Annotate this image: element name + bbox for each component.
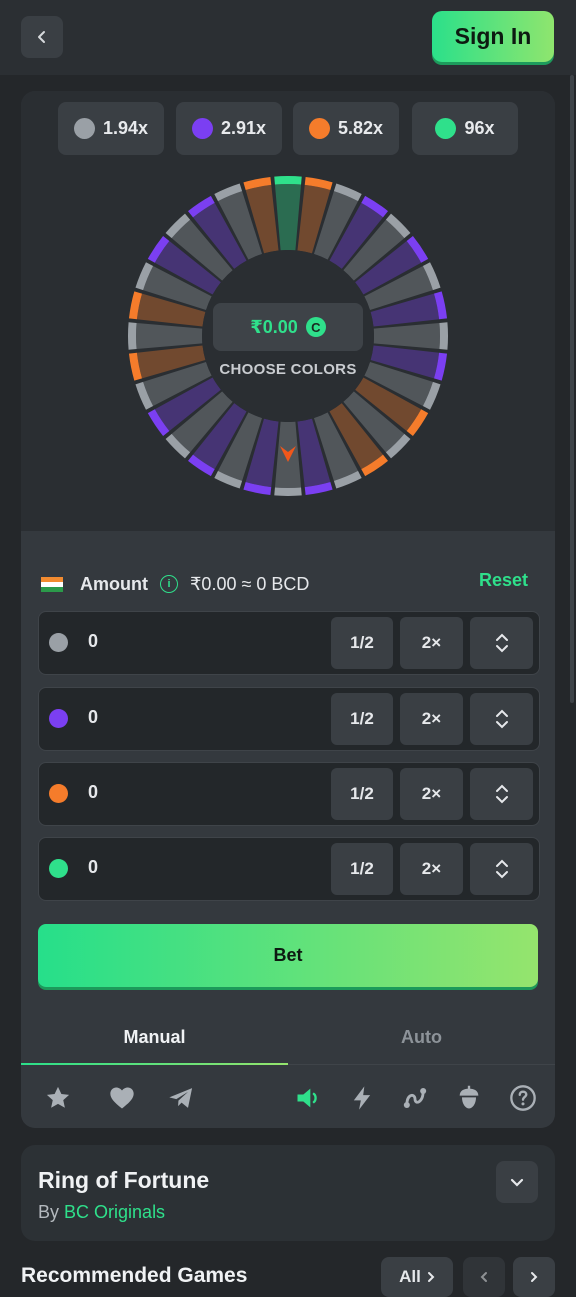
chevron-up-icon [495,709,508,717]
double-button[interactable]: 2× [400,843,463,895]
wheel-segment [373,322,441,350]
chevron-right-icon [531,1272,538,1282]
chevron-down-icon [510,1178,524,1187]
multiplier-orange-label: 5.82x [337,118,384,138]
orange-dot-icon [308,118,330,139]
wheel-segment-rim [439,322,448,350]
stepper-button[interactable] [470,617,533,669]
acorn-icon[interactable] [454,1083,484,1113]
page-scrollbar[interactable] [570,75,574,703]
multiplier-green-label: 96x [464,118,495,138]
center-amount: ₹0.00 [250,316,298,337]
bet-button[interactable]: Bet [38,924,538,987]
telegram-icon[interactable] [166,1083,196,1113]
by-prefix: By [38,1202,60,1222]
wheel-segment-rim [128,322,137,350]
half-button[interactable]: 1/2 [331,617,393,669]
bet-input-purple[interactable]: 0 [88,707,98,728]
expand-info-button[interactable] [496,1161,538,1203]
info-icon[interactable]: i [159,575,178,593]
chart-curve-icon[interactable] [400,1083,430,1113]
reset-link[interactable]: Reset [479,570,528,591]
chevron-up-icon [495,859,508,867]
sign-in-button[interactable]: Sign In [432,11,554,62]
chevron-down-icon [495,645,508,653]
game-provider: By BC Originals [38,1202,165,1223]
game-info-card: Ring of Fortune By BC Originals [21,1145,555,1241]
recommended-all-button[interactable]: All [381,1257,453,1297]
wheel-segment [274,184,302,251]
star-icon[interactable] [43,1083,73,1113]
chevron-left-icon [480,1272,487,1282]
india-flag-icon [41,576,63,592]
tab-manual[interactable]: Manual [21,1009,288,1065]
chevron-down-icon [495,796,508,804]
game-card: 1.94x 2.91x 5.82x 96x ₹0.00 C CHOOSE COL… [21,91,555,1128]
multiplier-purple-label: 2.91x [220,118,267,138]
chevron-down-icon [495,871,508,879]
recommended-prev-button[interactable] [463,1257,505,1297]
game-title: Ring of Fortune [38,1167,210,1193]
recommended-title: Recommended Games [21,1264,248,1287]
top-bar: Sign In [0,0,576,75]
bet-input-grey[interactable]: 0 [88,631,98,652]
bet-input-orange[interactable]: 0 [88,782,98,803]
purple-dot-icon [191,118,213,139]
chevron-left-icon [38,31,45,43]
grey-dot-icon [73,118,95,139]
heart-icon[interactable] [107,1083,137,1113]
orange-dot-icon [49,784,68,803]
active-tab-indicator [21,1063,288,1065]
bet-row-purple[interactable]: 0 1/2 2× [38,687,540,751]
green-dot-icon [435,118,457,139]
amount-value: ₹0.00 ≈ 0 BCD [189,573,310,594]
lightning-icon[interactable] [347,1083,377,1113]
multiplier-green[interactable]: 96x [412,102,518,155]
help-icon[interactable] [508,1083,538,1113]
multiplier-purple[interactable]: 2.91x [176,102,282,155]
half-button[interactable]: 1/2 [331,768,393,820]
multiplier-grey-label: 1.94x [102,118,149,138]
all-label: All [399,1267,421,1286]
bet-input-green[interactable]: 0 [88,857,98,878]
game-area: 1.94x 2.91x 5.82x 96x ₹0.00 C CHOOSE COL… [21,91,555,531]
chevron-up-icon [495,633,508,641]
wheel-segment-rim [274,487,302,496]
recommended-next-button[interactable] [513,1257,555,1297]
half-button[interactable]: 1/2 [331,693,393,745]
choose-colors-text: CHOOSE COLORS [219,361,357,378]
chevron-up-icon [495,784,508,792]
back-button[interactable] [21,16,63,58]
center-amount-box: ₹0.00 C [213,303,363,351]
chevron-down-icon [495,721,508,729]
green-dot-icon [49,859,68,878]
bet-row-grey[interactable]: 0 1/2 2× [38,611,540,675]
wheel-segment-rim [274,176,302,185]
double-button[interactable]: 2× [400,617,463,669]
tab-auto[interactable]: Auto [288,1009,555,1065]
provider-link[interactable]: BC Originals [64,1202,165,1222]
double-button[interactable]: 2× [400,693,463,745]
purple-dot-icon [49,709,68,728]
wheel-segment [136,322,203,350]
amount-label: Amount [80,573,148,594]
chevron-right-icon [427,1272,435,1282]
amount-row: Amount i ₹0.00 ≈ 0 BCD [41,569,541,599]
stepper-button[interactable] [470,843,533,895]
bc-coin-icon: C [305,317,326,337]
stepper-button[interactable] [470,768,533,820]
multiplier-grey[interactable]: 1.94x [58,102,164,155]
sound-icon[interactable] [293,1083,323,1113]
stepper-button[interactable] [470,693,533,745]
multiplier-orange[interactable]: 5.82x [293,102,399,155]
bet-row-orange[interactable]: 0 1/2 2× [38,762,540,826]
grey-dot-icon [49,633,68,652]
bet-row-green[interactable]: 0 1/2 2× [38,837,540,901]
double-button[interactable]: 2× [400,768,463,820]
half-button[interactable]: 1/2 [331,843,393,895]
